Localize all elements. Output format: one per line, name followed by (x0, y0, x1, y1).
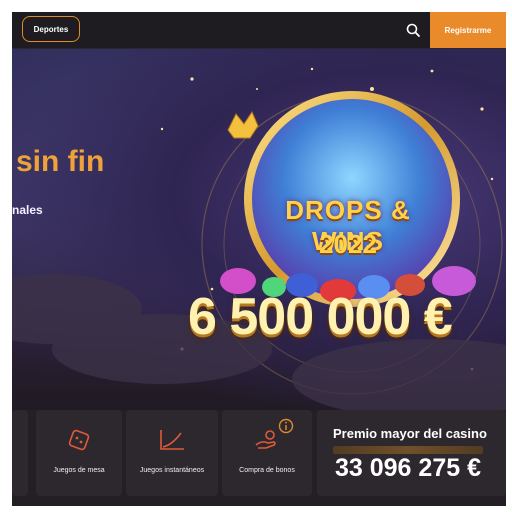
register-button[interactable]: Registrarme (430, 12, 506, 48)
category-tile-table-games[interactable]: Juegos de mesa (36, 410, 122, 496)
jackpot-label: Premio mayor del casino (333, 426, 487, 441)
category-bar: Juegos de mesa Juegos instantáneos Compr… (12, 410, 506, 506)
crown-icon (227, 110, 259, 139)
casino-page: Deportes Registrarme sin fin nales DROPS… (12, 12, 506, 506)
jackpot-value: 33 096 275 € (335, 454, 481, 482)
category-label: Juegos instantáneos (139, 467, 205, 474)
jackpot-panel[interactable]: Premio mayor del casino 33 096 275 € (317, 410, 506, 496)
hero-subtitle: nales (12, 203, 43, 217)
hero-title: sin fin (16, 145, 105, 178)
promo-amount: 6 500 000 € (188, 288, 453, 346)
dice-icon (68, 429, 90, 451)
category-tile-buy-bonus[interactable]: Compra de bonos (222, 410, 312, 496)
sports-button[interactable]: Deportes (22, 16, 80, 42)
hand-coins-icon (255, 430, 276, 449)
search-icon[interactable] (405, 22, 421, 38)
category-label: Compra de bonos (239, 467, 295, 474)
category-tile-instant-games[interactable]: Juegos instantáneos (126, 410, 218, 496)
jackpot-strip (333, 446, 483, 454)
promo-year: 2022 (319, 229, 377, 259)
chart-icon (160, 430, 184, 450)
category-tile-partial[interactable] (12, 410, 28, 496)
category-label: Juegos de mesa (53, 467, 105, 474)
promo-banner[interactable]: sin fin nales DROPS & WINS 2022 6 500 00… (12, 49, 506, 419)
info-icon[interactable] (278, 418, 294, 434)
top-bar: Deportes Registrarme (12, 12, 506, 49)
